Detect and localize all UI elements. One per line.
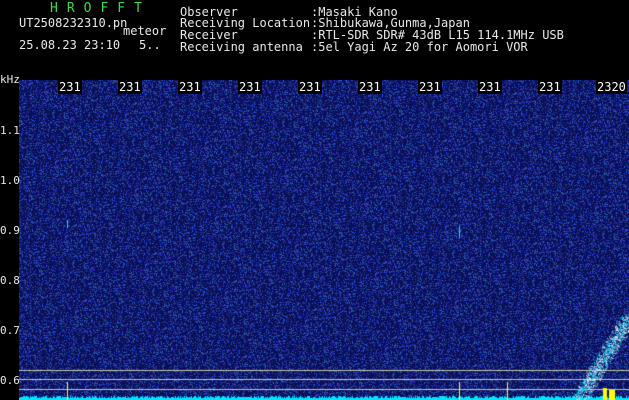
x-tick-5: 231 bbox=[298, 80, 322, 94]
x-tick-2: 231 bbox=[118, 80, 142, 94]
x-tick-8: 231 bbox=[478, 80, 502, 94]
antenna-label: Receiving antenna bbox=[180, 40, 303, 54]
antenna-value: :5el Yagi Az 20 for Aomori VOR bbox=[311, 40, 528, 54]
date-time: 25.08.23 23:10 bbox=[19, 38, 121, 52]
mode-label: meteor bbox=[123, 24, 167, 38]
file-name: UT2508232310.pn bbox=[19, 16, 128, 30]
x-tick-10: 2320 bbox=[596, 80, 627, 94]
x-tick-9: 231 bbox=[538, 80, 562, 94]
y-axis-unit: kHz bbox=[0, 73, 20, 86]
extra-value: 5.. bbox=[139, 38, 161, 52]
y-tick-1.1: 1.1 bbox=[0, 124, 20, 137]
y-tick-0.7: 0.7 bbox=[0, 324, 20, 337]
x-tick-7: 231 bbox=[418, 80, 442, 94]
x-tick-4: 231 bbox=[238, 80, 262, 94]
y-tick-0.8: 0.8 bbox=[0, 274, 20, 287]
x-tick-6: 231 bbox=[358, 80, 382, 94]
x-tick-1: 231 bbox=[58, 80, 82, 94]
x-tick-3: 231 bbox=[178, 80, 202, 94]
y-tick-0.6: 0.6 bbox=[0, 374, 20, 387]
y-tick-1.0: 1.0 bbox=[0, 174, 20, 187]
y-tick-0.9: 0.9 bbox=[0, 224, 20, 237]
waterfall-spectrogram[interactable] bbox=[19, 80, 629, 400]
app-logo: HROFFT bbox=[50, 1, 151, 16]
